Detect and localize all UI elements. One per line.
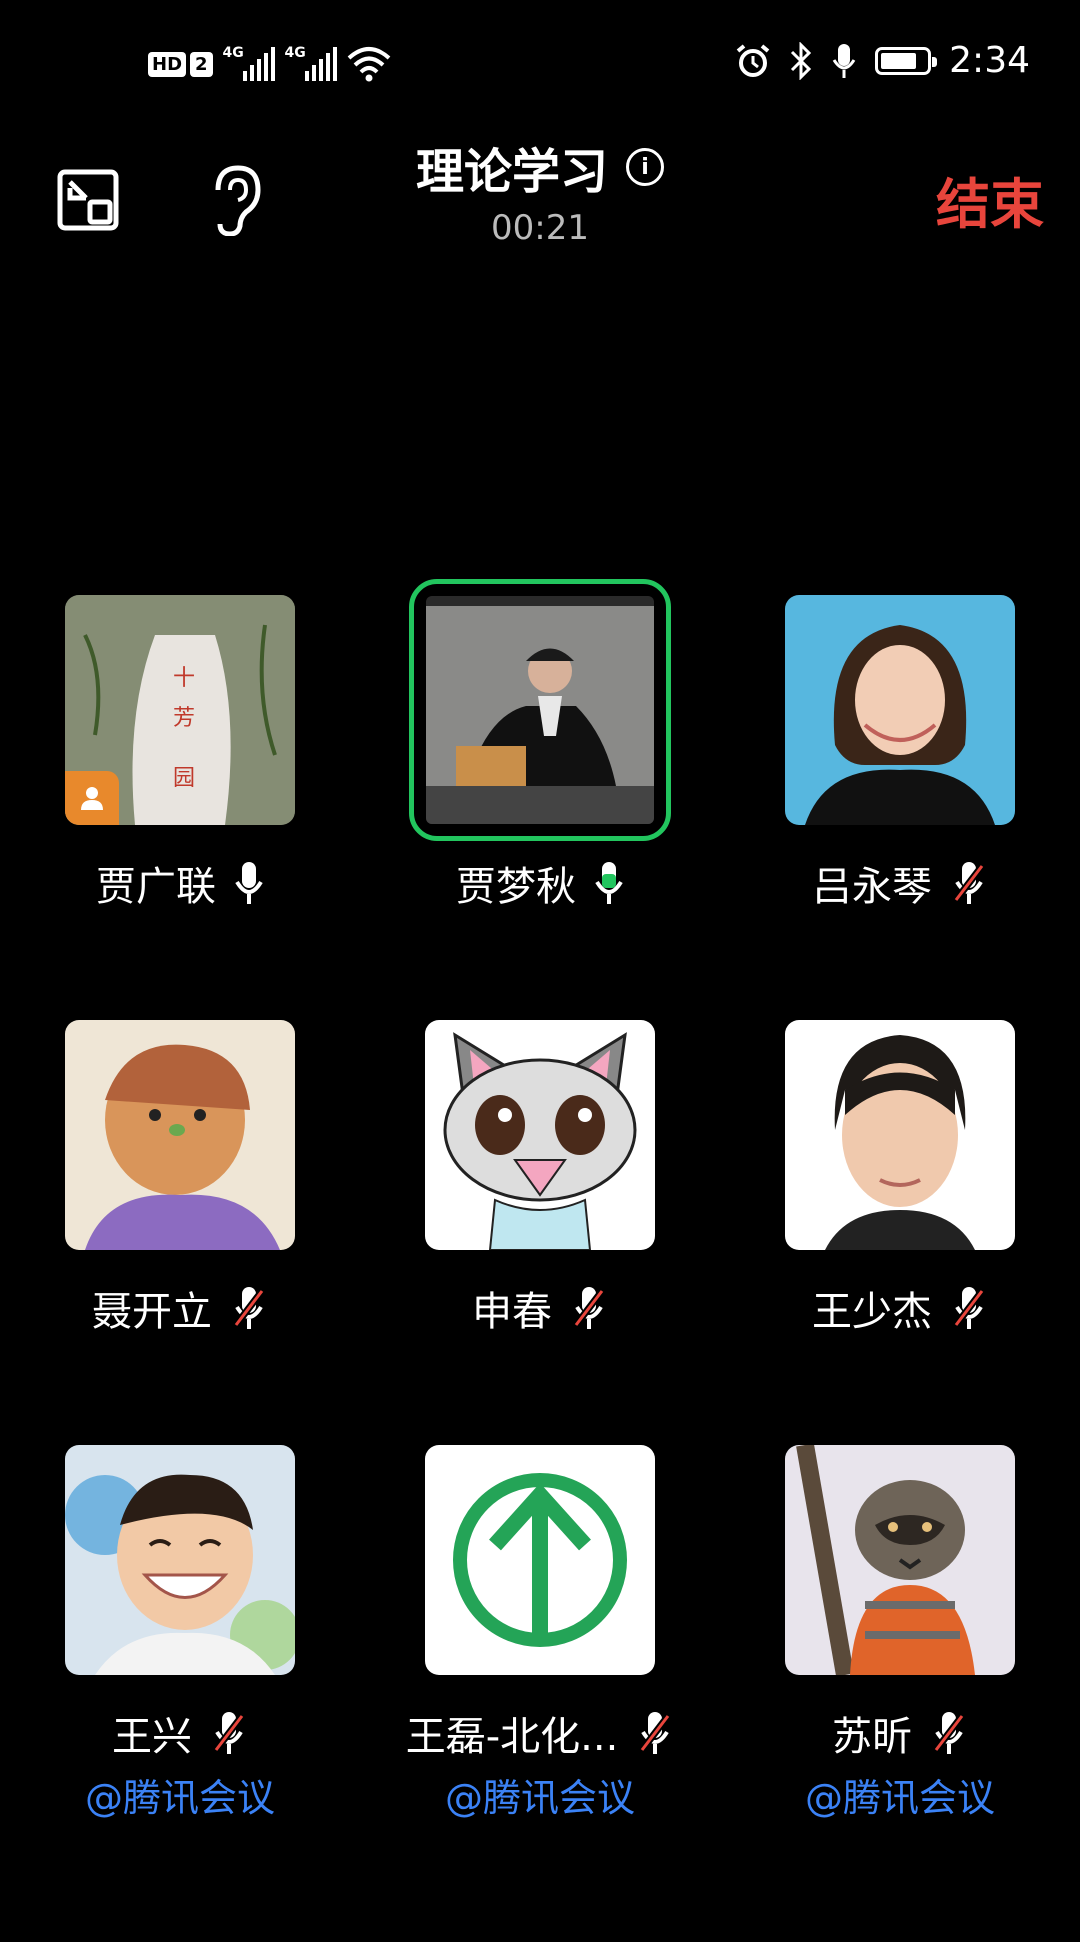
- avatar: [65, 1020, 295, 1250]
- participant-name-row: 吕永琴: [720, 855, 1080, 911]
- hd-number: 2: [190, 51, 213, 77]
- participant-tile[interactable]: 王少杰: [720, 1020, 1080, 1336]
- mic-muted-icon: [933, 1712, 965, 1754]
- meeting-title: 理论学习: [415, 144, 608, 200]
- participant-name: 王磊-北化...: [405, 1714, 619, 1760]
- participant-name-row: 王兴: [0, 1705, 360, 1761]
- alarm-icon: [736, 43, 770, 77]
- participant-source-tag: @腾讯会议: [804, 1776, 995, 1820]
- network-type: 4G: [284, 45, 306, 61]
- svg-text:十: 十: [173, 666, 195, 691]
- host-icon: [81, 787, 103, 810]
- participant-name-row: 王少杰: [720, 1280, 1080, 1336]
- participant-name: 王兴: [112, 1714, 192, 1760]
- status-left: HD 2 4G 4G: [148, 45, 391, 82]
- mic-icon: [832, 43, 856, 78]
- participant-tile[interactable]: 十 芳 园 贾广联: [0, 595, 360, 911]
- participant-name-row: 贾广联: [0, 855, 360, 911]
- active-speaker-frame: [409, 579, 671, 841]
- participant-tile[interactable]: 王兴 @腾讯会议: [0, 1445, 360, 1822]
- avatar: [785, 1445, 1015, 1675]
- mic-muted-icon: [573, 1287, 605, 1329]
- participant-name: 贾梦秋: [456, 864, 576, 910]
- battery-icon: [875, 46, 938, 75]
- participant-name: 聂开立: [92, 1289, 212, 1335]
- participant-name: 贾广联: [96, 864, 216, 910]
- participant-tile[interactable]: 聂开立: [0, 1020, 360, 1336]
- network-type: 4G: [222, 45, 244, 61]
- mic-muted-icon: [953, 1287, 985, 1329]
- participant-tile[interactable]: 王磊-北化... @腾讯会议: [360, 1445, 720, 1822]
- signal-icon: 4G: [222, 45, 275, 81]
- avatar: [785, 1020, 1015, 1250]
- participant-tile[interactable]: 贾梦秋: [360, 579, 720, 911]
- avatar: [65, 1445, 295, 1675]
- svg-text:园: 园: [173, 766, 195, 791]
- participant-source-tag: @腾讯会议: [84, 1776, 275, 1820]
- participant-name: 申春: [472, 1289, 552, 1335]
- participant-name-row: 聂开立: [0, 1280, 360, 1336]
- participant-source-tag: @腾讯会议: [444, 1776, 635, 1820]
- host-badge: [65, 771, 119, 825]
- info-icon[interactable]: i: [626, 148, 664, 186]
- title-area: 理论学习 i 00:21: [0, 132, 1080, 248]
- svg-text:芳: 芳: [173, 706, 195, 731]
- status-time: 2:34: [949, 40, 1030, 81]
- mic-muted-icon: [213, 1712, 245, 1754]
- participant-name-row: 王磊-北化...: [360, 1705, 720, 1761]
- meeting-title-row[interactable]: 理论学习 i: [416, 132, 664, 202]
- mic-muted-icon: [639, 1712, 672, 1754]
- participant-name-row: 苏昕: [720, 1705, 1080, 1761]
- hd-icon: HD 2: [148, 51, 213, 77]
- participant-name: 苏昕: [832, 1714, 912, 1760]
- status-right: 2:34: [735, 40, 1030, 81]
- avatar: [785, 595, 1015, 825]
- participant-tile[interactable]: 申春: [360, 1020, 720, 1336]
- participant-name-row: 申春: [360, 1280, 720, 1336]
- mic-speaking-icon: [595, 862, 623, 904]
- participant-tile[interactable]: 吕永琴: [720, 595, 1080, 911]
- mic-icon: [235, 862, 263, 904]
- status-bar: HD 2 4G 4G 2:34: [0, 0, 1080, 130]
- wifi-icon: [347, 47, 390, 82]
- hd-label: HD: [148, 51, 187, 77]
- participant-tile[interactable]: 苏昕 @腾讯会议: [720, 1445, 1080, 1822]
- avatar: 十 芳 园: [65, 595, 295, 825]
- bluetooth-icon: [791, 41, 812, 80]
- participant-name: 王少杰: [812, 1289, 932, 1335]
- participant-name: 吕永琴: [812, 864, 932, 910]
- end-meeting-button[interactable]: 结束: [936, 160, 1044, 239]
- mic-muted-icon: [233, 1287, 265, 1329]
- meeting-header: 理论学习 i 00:21 结束: [0, 130, 1080, 260]
- participant-name-row: 贾梦秋: [360, 855, 720, 911]
- signal-icon: 4G: [284, 45, 337, 81]
- avatar: [425, 1020, 655, 1250]
- avatar: [425, 1445, 655, 1675]
- mic-muted-icon: [953, 862, 985, 904]
- meeting-duration: 00:21: [491, 208, 589, 248]
